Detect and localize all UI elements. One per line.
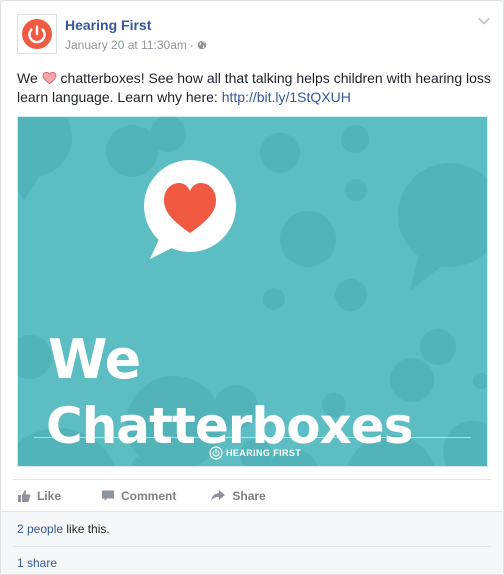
post-message: We chatterboxes! See how all that talkin…	[17, 69, 493, 107]
footer-divider	[13, 546, 491, 547]
likes-count-link[interactable]: 2 people	[17, 522, 63, 536]
chevron-down-icon[interactable]	[477, 16, 491, 26]
image-brand: HEARING FIRST	[209, 445, 301, 461]
comment-icon	[102, 490, 115, 501]
post-header: Hearing First January 20 at 11:30am ·	[17, 14, 491, 58]
post-link[interactable]: http://bit.ly/1StQXUH	[222, 89, 351, 105]
page-avatar[interactable]	[17, 14, 57, 54]
image-title-we: We	[48, 328, 141, 391]
post-image[interactable]: We Chatterboxes HEARING FIRST	[17, 116, 488, 467]
post-meta: January 20 at 11:30am ·	[65, 38, 207, 52]
thumbs-up-icon	[18, 489, 31, 502]
post-card: Hearing First January 20 at 11:30am · We…	[0, 0, 504, 575]
likes-suffix: like this.	[63, 522, 110, 536]
comment-button[interactable]: Comment	[101, 489, 176, 503]
post-footer: 2 people like this. 1 share	[1, 511, 503, 574]
image-brand-text: HEARING FIRST	[226, 448, 302, 458]
post-actions: Like Comment Share	[13, 479, 491, 511]
share-button[interactable]: Share	[210, 488, 266, 503]
hearing-first-power-icon	[209, 446, 223, 460]
heart-emoji-icon	[42, 71, 57, 85]
shares-count-link[interactable]: 1 share	[17, 556, 57, 570]
hearing-first-logo-icon	[22, 19, 52, 49]
page-name[interactable]: Hearing First	[65, 17, 151, 33]
image-divider	[34, 437, 471, 438]
post-text-we: We	[17, 70, 38, 86]
meta-separator: ·	[189, 38, 194, 52]
like-button[interactable]: Like	[17, 489, 61, 503]
likes-summary: 2 people like this.	[17, 522, 110, 536]
like-label: Like	[37, 488, 62, 503]
share-arrow-icon	[211, 490, 226, 501]
comment-label: Comment	[121, 488, 177, 503]
heart-speech-bubble	[144, 160, 236, 259]
share-label: Share	[232, 488, 266, 503]
globe-icon	[197, 40, 207, 50]
post-timestamp[interactable]: January 20 at 11:30am	[65, 38, 187, 52]
